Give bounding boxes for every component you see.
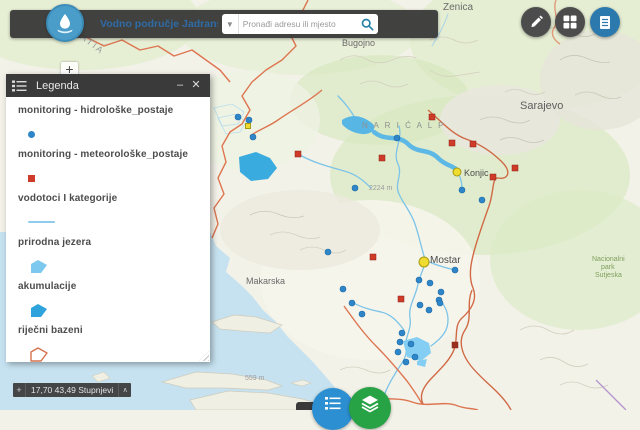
- hydrological-station-marker[interactable]: [452, 267, 458, 273]
- search-source-dropdown[interactable]: ▼: [222, 14, 239, 34]
- legend-item-label: monitoring - hidrološke_postaje: [18, 105, 210, 116]
- map-place-label: Sarajevo: [520, 100, 563, 112]
- search-button[interactable]: [358, 14, 378, 34]
- legend-swatch-line: [28, 213, 210, 231]
- legend-item-label: riječni bazeni: [18, 325, 210, 336]
- search-box: ▼: [222, 14, 378, 34]
- close-icon[interactable]: ✕: [188, 74, 204, 97]
- basemap-gallery-button[interactable]: [555, 7, 585, 37]
- legend-item: prirodna jezera: [18, 237, 210, 275]
- layers-button[interactable]: [349, 387, 391, 429]
- search-input[interactable]: [239, 19, 358, 29]
- page-title: Vodno područje Jadranskog mora: [100, 10, 218, 38]
- legend-swatch-point: [28, 125, 210, 143]
- legend-item: akumulacije: [18, 281, 210, 319]
- app-window: Zenica Bugojno Sarajevo Makarska Mostar Konji…: [0, 0, 640, 410]
- legend-swatch-square: [28, 169, 210, 187]
- hydrological-station-marker[interactable]: [408, 341, 414, 347]
- hydrological-station-marker[interactable]: [246, 117, 252, 123]
- meteorological-station-marker[interactable]: [295, 151, 301, 157]
- map-place-label: Konjic: [464, 168, 489, 178]
- legend-panel-body: monitoring - hidrološke_postaje monitorin…: [6, 97, 210, 362]
- legend-swatch-outline: [28, 345, 210, 362]
- meteorological-station-marker[interactable]: [370, 254, 376, 260]
- hydrological-station-marker[interactable]: [349, 300, 355, 306]
- legend-swatch-polygon: [28, 301, 210, 319]
- meteorological-station-marker[interactable]: [452, 342, 458, 348]
- map-place-label: Sutjeska: [595, 272, 622, 279]
- meteorological-station-marker[interactable]: [449, 140, 455, 146]
- hydrological-station-marker[interactable]: [437, 300, 443, 306]
- legend-panel-header: Legenda – ✕: [6, 74, 210, 97]
- coordinate-widget: + 17,70 43,49 Stupnjevi ∧: [13, 383, 131, 397]
- hydrological-station-marker[interactable]: [352, 185, 358, 191]
- hydrological-station-marker[interactable]: [416, 277, 422, 283]
- map-place-label: 2224 m: [369, 185, 393, 192]
- hydrological-station-marker[interactable]: [325, 249, 331, 255]
- legend-item: riječni bazeni: [18, 325, 210, 362]
- meteorological-station-marker[interactable]: [470, 141, 476, 147]
- hydrological-station-marker[interactable]: [395, 349, 401, 355]
- hydrological-station-marker[interactable]: [459, 187, 465, 193]
- hydrological-station-marker[interactable]: [235, 114, 241, 120]
- legend-item-label: vodotoci I kategorije: [18, 193, 210, 204]
- hydrological-station-marker[interactable]: [426, 307, 432, 313]
- coordinate-expand-button[interactable]: ∧: [118, 383, 131, 397]
- minimize-button[interactable]: –: [172, 74, 188, 97]
- layers-icon: [359, 393, 381, 415]
- hydrological-station-marker[interactable]: [438, 289, 444, 295]
- selected-station-marker[interactable]: [453, 168, 461, 176]
- coordinate-crosshair-button[interactable]: +: [13, 383, 26, 397]
- legend-list-icon: [12, 80, 27, 92]
- legend-item: vodotoci I kategorije: [18, 193, 210, 231]
- selected-station-marker[interactable]: [419, 257, 429, 267]
- map-place-label: Nacionalni: [592, 256, 625, 263]
- layer-list-icon: [323, 394, 343, 414]
- map-place-label: park: [601, 264, 615, 271]
- legend-item-label: prirodna jezera: [18, 237, 210, 248]
- legend-item: monitoring - meteorološke_postaje: [18, 149, 210, 187]
- hydrological-station-marker[interactable]: [412, 354, 418, 360]
- grid-icon: [563, 15, 577, 29]
- hydrological-station-marker[interactable]: [340, 286, 346, 292]
- legend-item: monitoring - hidrološke_postaje: [18, 105, 210, 143]
- hydrological-station-marker[interactable]: [399, 330, 405, 336]
- map-place-label: Mostar: [430, 255, 461, 266]
- draw-tool-button[interactable]: [521, 7, 551, 37]
- map-place-label: Zenica: [443, 2, 473, 13]
- legend-panel-title: Legenda: [36, 80, 172, 92]
- legend-item-label: akumulacije: [18, 281, 210, 292]
- hydrological-station-marker[interactable]: [250, 134, 256, 140]
- coordinate-readout: 17,70 43,49 Stupnjevi: [26, 385, 118, 395]
- legend-panel: Legenda – ✕ monitoring - hidrološke_post…: [6, 74, 210, 362]
- hydrological-station-marker[interactable]: [479, 197, 485, 203]
- hydrological-station-marker[interactable]: [394, 135, 400, 141]
- meteorological-station-marker[interactable]: [490, 174, 496, 180]
- hydrological-station-marker[interactable]: [397, 339, 403, 345]
- map-place-label: N A R I Ć A L P: [362, 121, 446, 130]
- hydrological-station-marker[interactable]: [403, 359, 409, 365]
- meteorological-station-marker[interactable]: [429, 114, 435, 120]
- meteorological-station-marker[interactable]: [379, 155, 385, 161]
- map-place-label: Makarska: [246, 276, 285, 286]
- map-place-label: 559 m: [245, 375, 265, 382]
- legend-toggle-button[interactable]: [590, 7, 620, 37]
- hydrological-station-marker[interactable]: [427, 280, 433, 286]
- hydrological-station-marker[interactable]: [417, 302, 423, 308]
- selected-station-marker[interactable]: [246, 124, 251, 129]
- legend-item-label: monitoring - meteorološke_postaje: [18, 149, 210, 160]
- hydrological-station-marker[interactable]: [359, 311, 365, 317]
- meteorological-station-marker[interactable]: [398, 296, 404, 302]
- search-icon: [361, 18, 374, 31]
- map-place-label: Bugojno: [342, 38, 375, 48]
- water-drop-icon: [53, 11, 77, 35]
- layer-list-button[interactable]: [312, 388, 354, 430]
- legend-icon: [598, 15, 612, 30]
- meteorological-station-marker[interactable]: [512, 165, 518, 171]
- app-logo: [46, 4, 84, 42]
- legend-swatch-polygon: [28, 257, 210, 275]
- pencil-icon: [529, 15, 543, 29]
